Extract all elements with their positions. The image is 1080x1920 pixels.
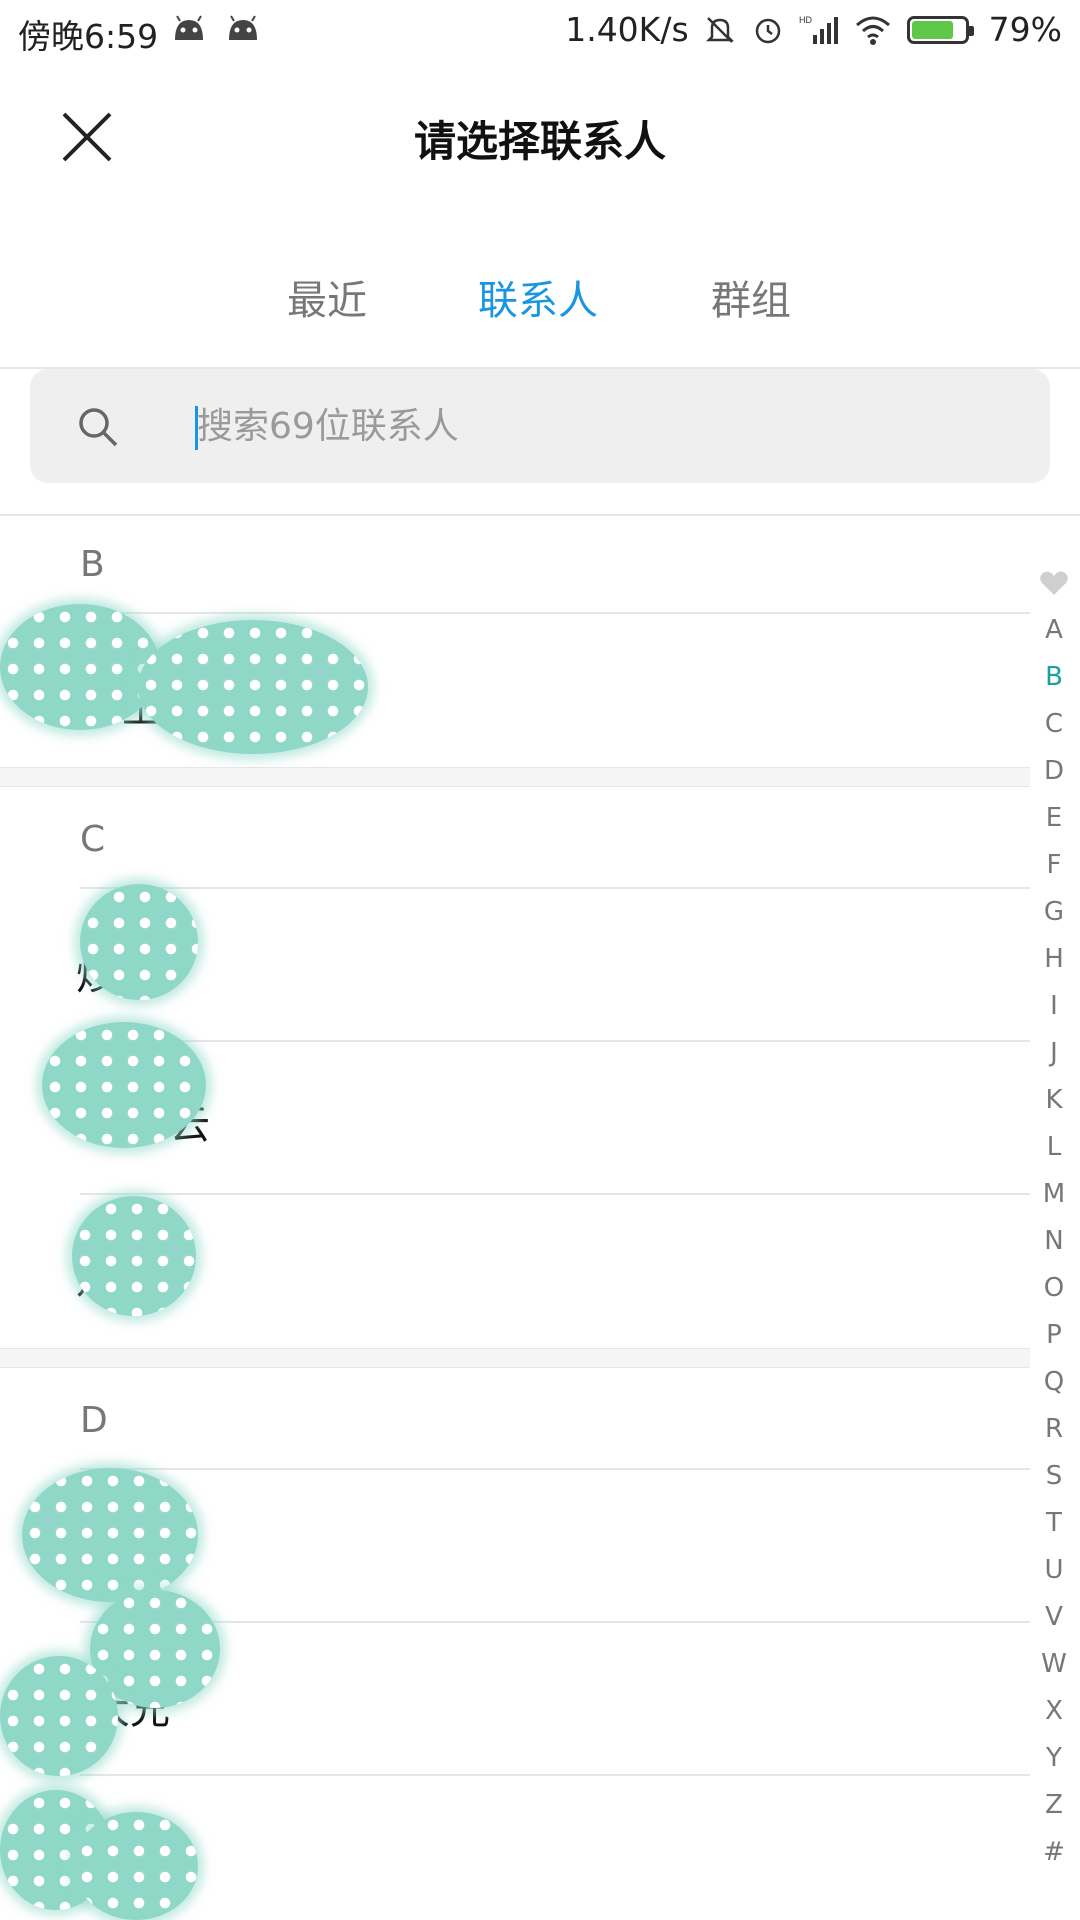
divider (0, 514, 1080, 516)
alphabet-index: A B C D E F G H I J K L M N O P Q R S T U V W X Y Z # (1034, 560, 1074, 1876)
index-letter-z[interactable]: Z (1034, 1782, 1074, 1829)
index-letter-c[interactable]: C (1034, 701, 1074, 748)
redaction-blob (42, 1022, 206, 1148)
redaction-blob (74, 1812, 198, 1920)
index-letter-a[interactable]: A (1034, 607, 1074, 654)
mute-bell-icon (705, 16, 734, 43)
index-letter-d[interactable]: D (1034, 748, 1074, 795)
redaction-blob (72, 1196, 196, 1316)
index-letter-n[interactable]: N (1034, 1218, 1074, 1265)
index-letter-q[interactable]: Q (1034, 1359, 1074, 1406)
index-letter-o[interactable]: O (1034, 1265, 1074, 1312)
index-letter-p[interactable]: P (1034, 1312, 1074, 1359)
index-letter-e[interactable]: E (1034, 795, 1074, 842)
page-title: 请选择联系人 (413, 117, 666, 166)
index-letter-w[interactable]: W (1034, 1641, 1074, 1688)
section-gap (0, 767, 1030, 787)
section-header-c: C (80, 819, 106, 860)
index-letter-r[interactable]: R (1034, 1406, 1074, 1453)
redaction-blob (0, 604, 160, 730)
android-icon (175, 15, 203, 40)
wifi-icon (855, 16, 890, 45)
redaction-blob (22, 1468, 198, 1602)
index-letter-b[interactable]: B (1034, 654, 1074, 701)
index-letter-u[interactable]: U (1034, 1547, 1074, 1594)
tab-bar: 最近 联系人 群组 (0, 268, 1080, 328)
search-input[interactable] (197, 394, 997, 458)
search-icon (79, 408, 118, 447)
index-letter-f[interactable]: F (1034, 842, 1074, 889)
index-letter-x[interactable]: X (1034, 1688, 1074, 1735)
tab-groups[interactable]: 群组 (711, 268, 791, 326)
svg-text:HD: HD (799, 15, 812, 25)
signal-icon: HD (799, 15, 838, 44)
redaction-blob (0, 1656, 118, 1776)
index-letter-i[interactable]: I (1034, 983, 1074, 1030)
alarm-icon (755, 18, 780, 43)
index-letter-hash[interactable]: # (1034, 1829, 1074, 1876)
index-letter-m[interactable]: M (1034, 1171, 1074, 1218)
section-gap (0, 1348, 1030, 1368)
index-letter-s[interactable]: S (1034, 1453, 1074, 1500)
index-letter-j[interactable]: J (1034, 1030, 1074, 1077)
section-header-d: D (80, 1400, 108, 1441)
index-letter-l[interactable]: L (1034, 1124, 1074, 1171)
index-letter-t[interactable]: T (1034, 1500, 1074, 1547)
tab-recent[interactable]: 最近 (287, 268, 367, 326)
android-icon (229, 15, 257, 40)
tab-contacts[interactable]: 联系人 (478, 268, 598, 326)
network-speed: 1.40K/s (565, 10, 689, 49)
index-letter-y[interactable]: Y (1034, 1735, 1074, 1782)
status-right: 1.40K/s HD 79% (565, 10, 1062, 49)
status-time: 傍晚6:59 (18, 17, 159, 56)
notification-icons (172, 14, 260, 44)
index-letter-g[interactable]: G (1034, 889, 1074, 936)
section-header-b: B (80, 544, 105, 585)
index-letter-v[interactable]: V (1034, 1594, 1074, 1641)
battery-percent: 79% (988, 10, 1062, 49)
redaction-blob (138, 620, 368, 754)
redaction-blob (80, 884, 198, 1000)
battery-icon (906, 15, 974, 44)
index-letter-k[interactable]: K (1034, 1077, 1074, 1124)
search-bar[interactable] (30, 369, 1050, 483)
status-bar: 傍晚6:59 1.40K/s HD 79% (0, 0, 1080, 62)
index-letter-h[interactable]: H (1034, 936, 1074, 983)
favorites-heart-icon[interactable] (1034, 560, 1074, 607)
